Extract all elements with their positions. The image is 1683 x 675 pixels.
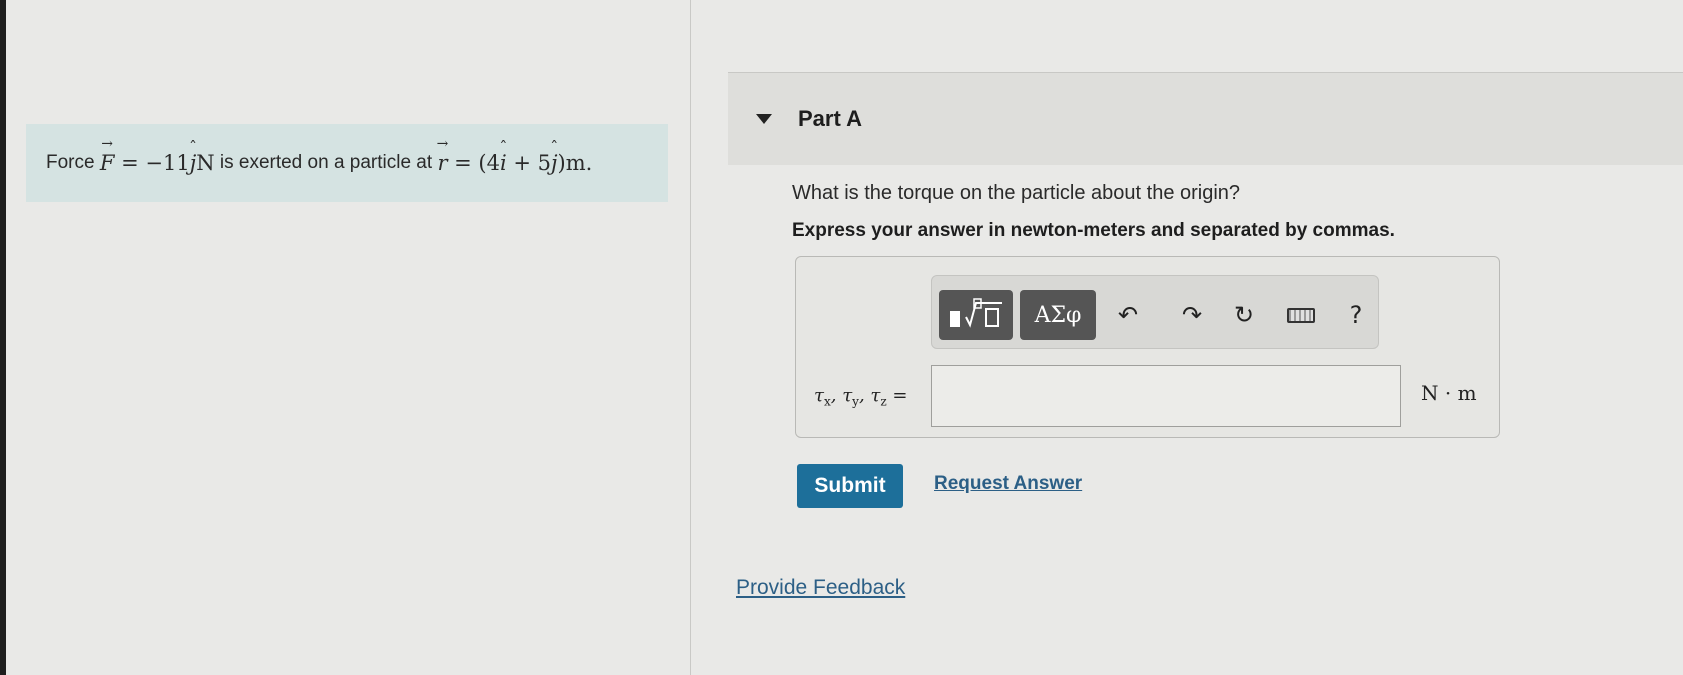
force-value: = −11	[114, 151, 190, 175]
undo-icon[interactable]: ↶	[1108, 290, 1148, 340]
tau-symbol-z: τ	[870, 385, 881, 406]
redo-icon[interactable]: ↷	[1172, 290, 1212, 340]
answer-input[interactable]	[931, 365, 1401, 427]
submit-button[interactable]: Submit	[797, 464, 903, 508]
problem-statement: Force F = −11jN is exerted on a particle…	[26, 124, 668, 202]
i-unit-vector: i	[500, 151, 507, 175]
part-title: Part A	[798, 106, 862, 131]
problem-middle-text: is exerted on a particle at	[214, 152, 438, 173]
separator-1: ,	[830, 385, 843, 406]
answer-box: ΑΣφ ↶ ↷ ↻ ? τx, τy, τz = N · m	[795, 256, 1500, 438]
position-value: = (4	[447, 151, 500, 175]
greek-symbols-button[interactable]: ΑΣφ	[1020, 290, 1096, 340]
position-symbol: r	[437, 151, 447, 175]
provide-feedback-link[interactable]: Provide Feedback	[736, 576, 905, 600]
math-toolbar: ΑΣφ ↶ ↷ ↻ ?	[931, 275, 1379, 349]
position-unit: )m.	[557, 151, 593, 175]
question-text: What is the torque on the particle about…	[792, 182, 1241, 204]
templates-button[interactable]	[939, 290, 1013, 340]
keyboard-icon	[1287, 307, 1315, 323]
reset-icon[interactable]: ↻	[1224, 290, 1264, 340]
force-unit: N	[196, 151, 215, 175]
column-divider	[690, 0, 691, 675]
answer-instruction: Express your answer in newton-meters and…	[792, 220, 1395, 241]
tau-symbol-x: τ	[814, 385, 824, 406]
window-edge	[0, 0, 6, 675]
part-a-header[interactable]: Part A	[728, 72, 1683, 165]
separator-2: ,	[858, 385, 871, 406]
plus-five: + 5	[506, 151, 552, 175]
position-expression: r = (4i + 5j)m.	[437, 151, 592, 175]
force-symbol: F	[100, 151, 115, 175]
subscript-x: x	[823, 394, 831, 409]
templates-icon	[950, 298, 1002, 328]
tau-symbol-y: τ	[842, 385, 853, 406]
keyboard-button[interactable]	[1281, 290, 1321, 340]
force-expression: F = −11jN	[100, 151, 215, 175]
request-answer-link[interactable]: Request Answer	[934, 473, 1082, 495]
j-unit-vector: j	[190, 151, 197, 175]
unit-label: N · m	[1421, 381, 1477, 405]
subscript-y: y	[852, 394, 859, 409]
torque-components-label: τx, τy, τz =	[814, 385, 908, 409]
help-button[interactable]: ?	[1336, 290, 1376, 340]
j-unit-vector-2: j	[551, 151, 558, 175]
problem-prefix: Force	[46, 152, 95, 173]
caret-down-icon[interactable]	[756, 114, 772, 124]
equals-sign: =	[886, 385, 908, 406]
